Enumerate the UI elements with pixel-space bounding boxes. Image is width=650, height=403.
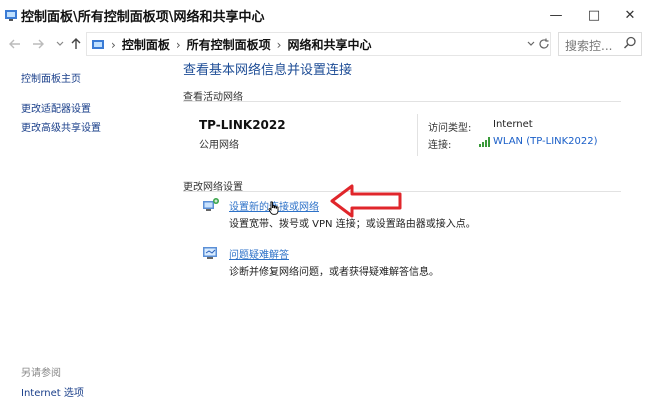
breadcrumb-separator[interactable]: › (109, 38, 118, 52)
up-arrow-icon (71, 38, 81, 49)
search-box[interactable]: 搜索控... (558, 32, 642, 56)
refresh-icon[interactable] (538, 38, 550, 50)
see-also-label: 另请参阅 (21, 368, 61, 379)
minimize-button[interactable]: — (538, 3, 574, 27)
red-arrow-annotation (330, 184, 402, 218)
breadcrumb-separator[interactable]: › (275, 38, 284, 52)
forward-button[interactable] (29, 34, 47, 54)
network-name: TP-LINK2022 (199, 118, 286, 132)
back-arrow-icon (9, 39, 20, 49)
chevron-down-icon[interactable] (527, 41, 535, 47)
title-bar: 控制面板\所有控制面板项\网络和共享中心 — □ ✕ (0, 0, 650, 30)
network-type[interactable]: 公用网络 (199, 136, 239, 151)
sidebar: 控制面板主页 更改适配器设置 更改高级共享设置 另请参阅 Internet 选项 (0, 58, 170, 403)
new-connection-icon (203, 198, 219, 211)
divider (417, 114, 418, 156)
sidebar-item-internet-options[interactable]: Internet 选项 (21, 384, 84, 399)
breadcrumb-control-panel[interactable]: 控制面板 (118, 36, 174, 53)
sidebar-item-control-panel-home[interactable]: 控制面板主页 (21, 70, 81, 85)
up-button[interactable] (67, 34, 85, 54)
page-title: 查看基本网络信息并设置连接 (183, 63, 353, 78)
sidebar-item-adapter-settings[interactable]: 更改适配器设置 (21, 100, 91, 115)
back-button[interactable] (6, 34, 24, 54)
divider (183, 101, 621, 102)
access-type-value: Internet (493, 119, 533, 130)
breadcrumb-all-items[interactable]: 所有控制面板项 (183, 36, 275, 53)
connection-link[interactable]: WLAN (TP-LINK2022) (493, 136, 598, 147)
breadcrumb-network-center[interactable]: 网络和共享中心 (283, 36, 375, 53)
chevron-down-icon (56, 41, 64, 46)
close-button[interactable]: ✕ (612, 3, 648, 27)
troubleshoot-link[interactable]: 问题疑难解答 (229, 246, 289, 261)
main-panel: 查看基本网络信息并设置连接 查看活动网络 TP-LINK2022 公用网络 访问… (170, 58, 650, 403)
wifi-signal-icon (479, 137, 490, 147)
breadcrumb-separator[interactable]: › (174, 38, 183, 52)
search-input[interactable]: 搜索控... (565, 37, 612, 54)
sidebar-item-advanced-sharing[interactable]: 更改高级共享设置 (21, 119, 101, 134)
maximize-button[interactable]: □ (576, 3, 612, 27)
control-panel-icon (92, 39, 104, 49)
troubleshoot-desc: 诊断并修复网络问题，或者获得疑难解答信息。 (229, 267, 439, 278)
search-icon[interactable] (623, 36, 637, 50)
forward-arrow-icon (33, 39, 44, 49)
address-box[interactable]: › 控制面板 › 所有控制面板项 › 网络和共享中心 (86, 32, 551, 56)
connection-label: 连接: (428, 140, 452, 151)
hand-cursor (268, 201, 279, 215)
divider (183, 191, 621, 192)
access-type-label: 访问类型: (428, 123, 472, 134)
troubleshoot-icon (203, 247, 217, 259)
window-title: 控制面板\所有控制面板项\网络和共享中心 (21, 10, 265, 25)
breadcrumb: › 控制面板 › 所有控制面板项 › 网络和共享中心 (91, 36, 375, 53)
address-bar: › 控制面板 › 所有控制面板项 › 网络和共享中心 搜索控... (0, 30, 650, 58)
control-panel-icon (5, 10, 17, 21)
